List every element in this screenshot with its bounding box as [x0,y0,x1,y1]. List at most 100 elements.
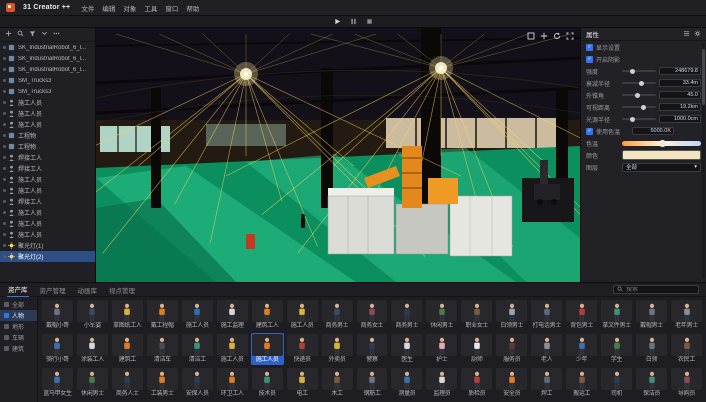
prop-slider[interactable] [622,70,656,72]
asset-card[interactable]: 白领男士 [495,299,528,331]
asset-card[interactable]: 木工 [321,367,354,399]
asset-card[interactable]: 搬运工 [565,367,598,399]
slider-knob[interactable] [635,93,640,98]
slider-knob[interactable] [660,140,665,147]
tree-item[interactable]: 施工人员 [0,119,95,130]
asset-card[interactable]: 医生 [390,333,423,365]
asset-card[interactable]: 商务男士 [321,299,354,331]
rotate-icon[interactable] [553,32,561,42]
prop-slider[interactable] [622,94,656,96]
prop-value[interactable]: 19.2km [659,103,701,111]
asset-card[interactable]: 老人 [530,333,563,365]
asset-card[interactable]: 安全员 [495,367,528,399]
asset-card[interactable]: 施工人员 [286,299,319,331]
asset-card[interactable]: 清洁车 [146,333,179,365]
tree-item[interactable]: SK_IndustrialRobot_6_l... [0,64,95,75]
search-icon[interactable] [17,30,24,39]
asset-card[interactable]: 保洁员 [635,367,668,399]
prop-value[interactable]: 1000.0cm [659,115,701,123]
menu-item[interactable]: 对象 [120,3,139,13]
pause-button[interactable] [350,18,357,25]
tree-item[interactable]: 施工人员 [0,185,95,196]
asset-card[interactable]: 戴工程帽 [146,299,179,331]
temperature-slider[interactable] [622,141,701,146]
category-人物[interactable]: 人物 [0,310,37,321]
menu-icon[interactable] [683,30,690,39]
asset-card[interactable]: 清洁工 [181,333,214,365]
visibility-toggle-icon[interactable] [3,200,6,203]
tree-item[interactable]: 施工人员 [0,97,95,108]
prop-value[interactable]: 5000.0K [632,127,674,135]
tree-item[interactable]: SM_Trucks3 [0,86,95,97]
asset-card[interactable]: 施工人员 [251,333,284,365]
visibility-toggle-icon[interactable] [3,233,6,236]
asset-card[interactable]: 工装男士 [146,367,179,399]
asset-card[interactable]: 环卫工人 [216,367,249,399]
viewport[interactable] [96,28,580,282]
visibility-toggle-icon[interactable] [3,178,6,181]
prop-value[interactable]: 248679.8 [659,67,701,75]
viewport-canvas[interactable] [96,28,580,282]
asset-card[interactable]: 钢筋工 [356,367,389,399]
asset-card[interactable]: 护士 [425,333,458,365]
visibility-toggle-icon[interactable] [3,211,6,214]
asset-card[interactable]: 休闲男士 [76,367,109,399]
prop-value[interactable]: 45.0 [659,91,701,99]
gear-icon[interactable] [694,30,701,39]
visibility-toggle-icon[interactable] [3,167,6,170]
checkbox[interactable]: ✓ [586,56,593,63]
fullscreen-icon[interactable] [566,32,574,42]
slider-knob[interactable] [639,81,644,86]
tree-item[interactable]: 施工人员 [0,108,95,119]
tree-item[interactable]: SK_IndustrialRobot_6_l... [0,42,95,53]
asset-card[interactable]: 骑行小哥 [41,333,74,365]
tree-item[interactable]: 施工人员 [0,207,95,218]
tree-item[interactable]: SM_Trucks3 [0,75,95,86]
visibility-toggle-icon[interactable] [3,101,6,104]
tree-item[interactable]: 工程物 [0,141,95,152]
asset-card[interactable]: 少年 [565,333,598,365]
slider-knob[interactable] [630,117,635,122]
asset-card[interactable]: 施工监理 [216,299,249,331]
visibility-toggle-icon[interactable] [3,156,6,159]
tree-item[interactable]: 聚光灯(2) [0,251,95,262]
tree-item[interactable]: 聚光灯(1) [0,240,95,251]
asset-card[interactable]: 施工人员 [216,333,249,365]
search-input[interactable] [626,287,696,293]
visibility-toggle-icon[interactable] [3,123,6,126]
menu-item[interactable]: 编辑 [99,3,118,13]
tab-动画库[interactable]: 动画库 [77,283,99,297]
prop-value[interactable]: 33.4m [659,79,701,87]
tree-item[interactable]: 工程物 [0,130,95,141]
asset-card[interactable]: 涂装工人 [76,333,109,365]
filter-icon[interactable] [29,30,36,39]
asset-card[interactable]: 测量员 [390,367,423,399]
menu-item[interactable]: 工具 [141,3,160,13]
tree-item[interactable]: 施工人员 [0,229,95,240]
visibility-toggle-icon[interactable] [3,134,6,137]
stop-button[interactable] [366,18,373,25]
play-button[interactable] [334,18,341,25]
asset-card[interactable]: 拿图纸工人 [111,299,144,331]
properties-scrollbar[interactable] [702,43,705,278]
asset-card[interactable]: 厨师 [460,333,493,365]
asset-card[interactable]: 外卖员 [321,333,354,365]
asset-card[interactable]: 质检员 [460,367,493,399]
prop-slider[interactable] [622,118,656,120]
checkbox[interactable]: ✓ [586,128,593,135]
visibility-toggle-icon[interactable] [3,145,6,148]
collapse-icon[interactable] [41,30,48,39]
asset-card[interactable]: 警察 [356,333,389,365]
asset-card[interactable]: 学生 [600,333,633,365]
asset-card[interactable]: 打电话男士 [530,299,563,331]
visibility-toggle-icon[interactable] [3,244,6,247]
visibility-toggle-icon[interactable] [3,112,6,115]
asset-card[interactable]: 导购员 [670,367,703,399]
visibility-toggle-icon[interactable] [3,255,6,258]
visibility-toggle-icon[interactable] [3,57,6,60]
tab-资产库[interactable]: 资产库 [7,282,29,298]
slider-knob[interactable] [630,69,635,74]
visibility-toggle-icon[interactable] [3,222,6,225]
visibility-toggle-icon[interactable] [3,68,6,71]
asset-card[interactable]: 服务员 [495,333,528,365]
